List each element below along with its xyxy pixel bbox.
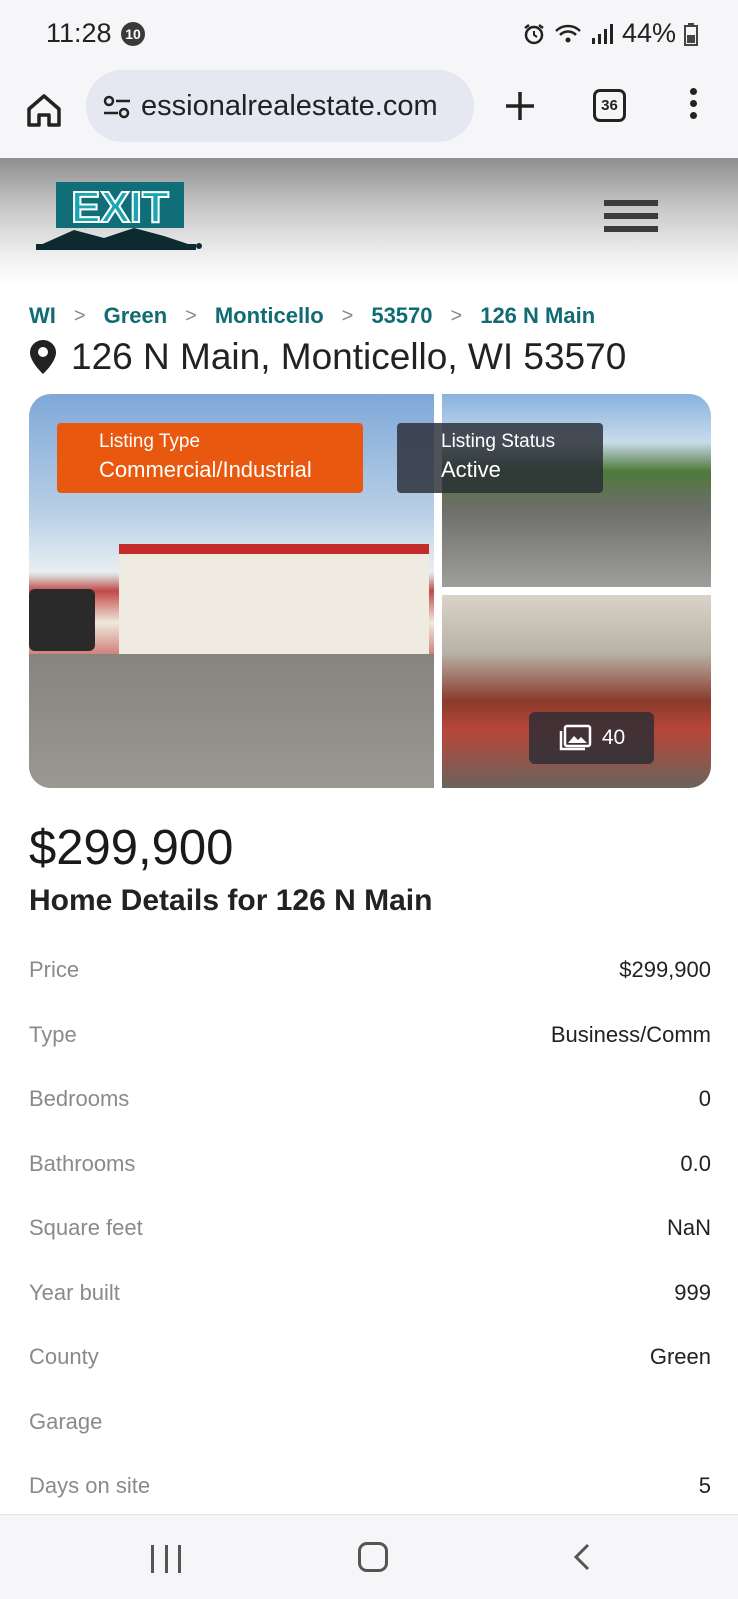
listing-status-tag: Listing Status Active <box>397 423 603 493</box>
detail-label: Garage <box>29 1408 103 1434</box>
detail-row-bathrooms: Bathrooms 0.0 <box>29 1132 711 1197</box>
detail-row-days-on-site: Days on site 5 <box>29 1454 711 1519</box>
detail-row-type: Type Business/Comm <box>29 1003 711 1068</box>
detail-value: Business/Comm <box>550 1021 711 1047</box>
detail-row-square-feet: Square feet NaN <box>29 1196 711 1261</box>
recent-apps-icon[interactable] <box>151 1545 181 1573</box>
browser-toolbar: essionalrealestate.com 36 <box>0 68 738 158</box>
svg-text:EXIT: EXIT <box>71 183 169 232</box>
address-bar[interactable]: essionalrealestate.com <box>86 70 474 142</box>
photo-gallery[interactable]: Listing Type Commercial/Industrial Listi… <box>29 394 711 788</box>
breadcrumb-city[interactable]: Monticello <box>215 303 324 329</box>
detail-label: Square feet <box>29 1215 143 1241</box>
wifi-icon <box>555 24 581 42</box>
photo-library-icon <box>559 724 592 751</box>
detail-row-garage: Garage <box>29 1390 711 1455</box>
detail-row-bedrooms: Bedrooms 0 <box>29 1067 711 1132</box>
listing-status-label: Listing Status <box>441 431 556 452</box>
address-text: 126 N Main, Monticello, WI 53570 <box>71 336 627 377</box>
site-header: EXIT <box>0 158 738 286</box>
home-details-table: Price $299,900 Type Business/Comm Bedroo… <box>29 938 711 1519</box>
signal-icon <box>591 23 613 44</box>
location-pin-icon <box>30 340 56 374</box>
detail-label: Type <box>29 1021 77 1047</box>
detail-label: Bathrooms <box>29 1150 136 1176</box>
home-icon[interactable] <box>24 90 64 130</box>
detail-value: 0.0 <box>680 1150 711 1176</box>
detail-value: $299,900 <box>619 957 711 983</box>
system-navigation-bar <box>0 1514 738 1599</box>
hamburger-menu-icon[interactable] <box>604 200 658 234</box>
more-icon[interactable] <box>688 88 698 124</box>
road <box>29 654 434 788</box>
breadcrumb: WI > Green > Monticello > 53570 > 126 N … <box>29 303 595 329</box>
photo-count-button[interactable]: 40 <box>529 712 654 764</box>
battery-percent: 44% <box>621 18 676 48</box>
detail-value: 5 <box>698 1473 711 1499</box>
home-button-icon[interactable] <box>358 1542 388 1572</box>
detail-label: Year built <box>29 1279 120 1305</box>
new-tab-icon[interactable] <box>502 88 538 124</box>
detail-label: Days on site <box>29 1473 151 1499</box>
breadcrumb-state[interactable]: WI <box>29 303 56 329</box>
photo-count: 40 <box>601 726 626 749</box>
breadcrumb-street[interactable]: 126 N Main <box>480 303 595 329</box>
details-title: Home Details for 126 N Main <box>29 884 433 917</box>
listing-price: $299,900 <box>29 821 234 875</box>
back-icon[interactable] <box>568 1542 598 1572</box>
storefront <box>119 544 429 654</box>
chevron-right-icon: > <box>73 304 86 327</box>
listing-type-label: Listing Type <box>99 431 201 452</box>
status-time: 11:28 <box>46 18 112 48</box>
breadcrumb-zip[interactable]: 53570 <box>371 303 432 329</box>
detail-value: 0 <box>698 1086 711 1112</box>
site-settings-icon[interactable] <box>102 92 132 122</box>
listing-type-value: Commercial/Industrial <box>99 457 312 482</box>
detail-value: NaN <box>666 1215 711 1241</box>
breadcrumb-county[interactable]: Green <box>104 303 168 329</box>
notification-count-badge: 10 <box>121 22 145 46</box>
tabs-button[interactable]: 36 <box>593 89 626 122</box>
detail-row-year-built: Year built 999 <box>29 1261 711 1326</box>
listing-status-value: Active <box>441 457 501 482</box>
chevron-right-icon: > <box>341 304 354 327</box>
chevron-right-icon: > <box>185 304 197 327</box>
detail-label: Price <box>29 957 80 983</box>
listing-type-tag: Listing Type Commercial/Industrial <box>57 423 363 493</box>
detail-value: 999 <box>674 1279 711 1305</box>
status-bar: 11:28 10 44% <box>0 0 738 68</box>
detail-label: County <box>29 1344 99 1370</box>
detail-label: Bedrooms <box>29 1086 130 1112</box>
detail-row-price: Price $299,900 <box>29 938 711 1003</box>
exit-logo[interactable]: EXIT <box>34 180 204 256</box>
alarm-icon <box>524 23 544 44</box>
chevron-right-icon: > <box>450 304 463 327</box>
detail-value: Green <box>649 1344 711 1370</box>
url-text[interactable]: essionalrealestate.com <box>141 90 463 123</box>
detail-row-county: County Green <box>29 1325 711 1390</box>
photo-divider <box>442 587 711 595</box>
battery-icon <box>684 22 698 46</box>
property-address: 126 N Main, Monticello, WI 53570 <box>29 336 626 378</box>
parked-truck <box>29 589 95 651</box>
